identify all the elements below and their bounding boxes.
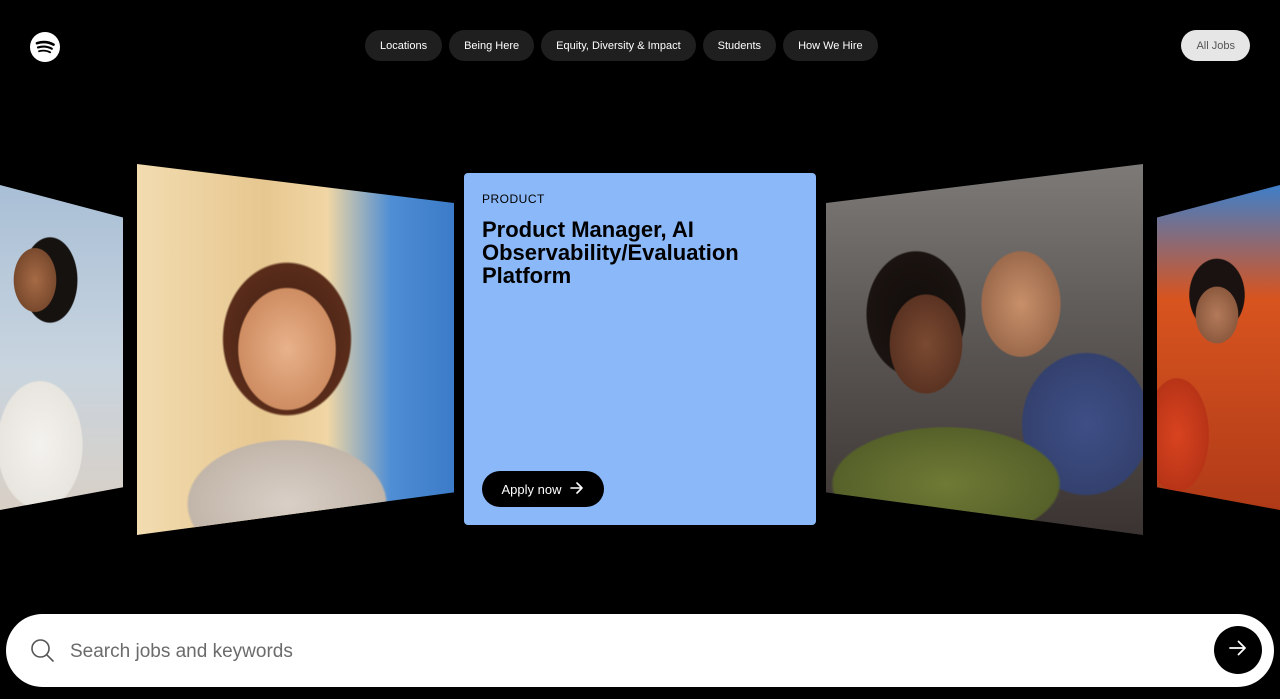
carousel-photo-right[interactable] [826, 164, 1143, 535]
job-category: PRODUCT [482, 192, 545, 206]
nav-being-here[interactable]: Being Here [449, 30, 535, 61]
nav-students[interactable]: Students [702, 30, 777, 61]
arrow-right-icon [1229, 640, 1247, 661]
nav-locations[interactable]: Locations [365, 30, 443, 61]
apply-now-label: Apply now [501, 481, 562, 497]
search-submit-button[interactable] [1214, 626, 1262, 674]
spotify-logo-icon[interactable] [30, 32, 60, 62]
search-bar [6, 614, 1274, 687]
search-icon [30, 638, 55, 668]
featured-job-card[interactable]: PRODUCT Product Manager, AI Observabilit… [464, 173, 816, 525]
carousel-photo-right-edge[interactable] [1157, 185, 1280, 510]
all-jobs-button[interactable]: All Jobs [1181, 30, 1250, 61]
arrow-right-icon [570, 481, 584, 497]
apply-now-button[interactable]: Apply now [482, 471, 604, 507]
main-nav: Locations Being Here Equity, Diversity &… [365, 30, 878, 61]
nav-equity-diversity-impact[interactable]: Equity, Diversity & Impact [541, 30, 696, 61]
carousel-photo-left[interactable] [137, 164, 454, 535]
job-title: Product Manager, AI Observability/Evalua… [482, 217, 739, 288]
nav-how-we-hire[interactable]: How We Hire [783, 30, 878, 61]
search-input[interactable] [68, 634, 1192, 670]
carousel-photo-left-edge[interactable] [0, 185, 123, 510]
